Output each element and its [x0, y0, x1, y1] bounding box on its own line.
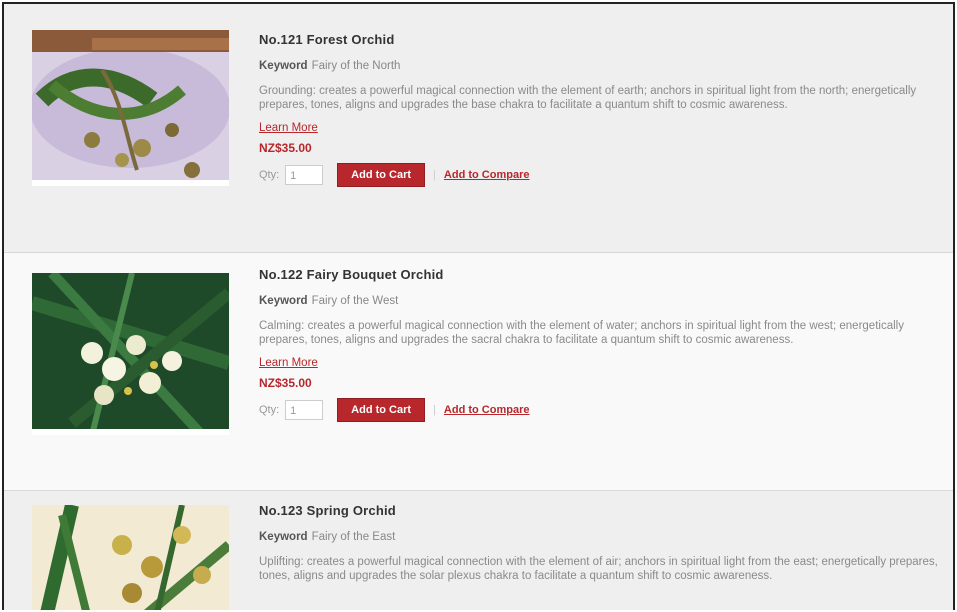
keyword-value: Fairy of the West: [311, 295, 399, 307]
add-to-cart-button[interactable]: Add to Cart: [337, 398, 426, 422]
product-info: No.121 Forest Orchid Keyword Fairy of the…: [259, 32, 944, 187]
product-info: No.123 Spring Orchid Keyword Fairy of the…: [259, 503, 944, 583]
keyword-label: Keyword: [259, 295, 308, 307]
product-item: No.121 Forest Orchid Keyword Fairy of the…: [4, 4, 953, 252]
qty-input[interactable]: 1: [285, 400, 324, 420]
keyword-value: Fairy of the North: [311, 60, 401, 72]
learn-more-link[interactable]: Learn More: [259, 357, 318, 369]
product-name[interactable]: No.121 Forest Orchid: [259, 32, 944, 47]
keyword-label: Keyword: [259, 531, 308, 543]
separator: |: [433, 404, 436, 416]
separator: |: [433, 169, 436, 181]
qty-label: Qty:: [259, 404, 280, 416]
product-name[interactable]: No.122 Fairy Bouquet Orchid: [259, 267, 944, 282]
product-description: Calming: creates a powerful magical conn…: [259, 320, 904, 346]
add-to-compare-link[interactable]: Add to Compare: [444, 404, 530, 416]
purchase-row: Qty: 1 Add to Cart | Add to Compare: [259, 398, 944, 422]
product-description: Uplifting: creates a powerful magical co…: [259, 556, 938, 582]
product-keyword: Keyword Fairy of the East: [259, 531, 944, 543]
add-to-cart-button[interactable]: Add to Cart: [337, 163, 426, 187]
qty-input[interactable]: 1: [285, 165, 324, 185]
add-to-compare-link[interactable]: Add to Compare: [444, 169, 530, 181]
product-item: No.122 Fairy Bouquet Orchid Keyword Fairy…: [4, 252, 953, 491]
product-image[interactable]: [32, 30, 229, 186]
product-item: No.123 Spring Orchid Keyword Fairy of the…: [4, 490, 953, 610]
product-info: No.122 Fairy Bouquet Orchid Keyword Fairy…: [259, 267, 944, 422]
product-list: No.121 Forest Orchid Keyword Fairy of the…: [2, 2, 955, 610]
qty-label: Qty:: [259, 169, 280, 181]
product-image[interactable]: [32, 505, 229, 610]
product-keyword: Keyword Fairy of the North: [259, 60, 944, 72]
keyword-value: Fairy of the East: [311, 531, 396, 543]
keyword-label: Keyword: [259, 60, 308, 72]
product-price: NZ$35.00: [259, 376, 312, 390]
product-price: NZ$35.00: [259, 141, 312, 155]
product-name[interactable]: No.123 Spring Orchid: [259, 503, 944, 518]
learn-more-link[interactable]: Learn More: [259, 122, 318, 134]
product-keyword: Keyword Fairy of the West: [259, 295, 944, 307]
purchase-row: Qty: 1 Add to Cart | Add to Compare: [259, 163, 944, 187]
product-description: Grounding: creates a powerful magical co…: [259, 85, 917, 111]
product-image[interactable]: [32, 273, 229, 435]
